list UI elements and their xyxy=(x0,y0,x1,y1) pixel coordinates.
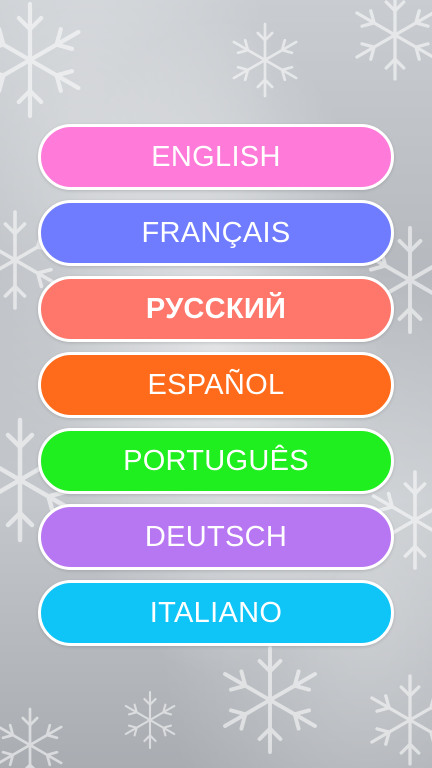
language-button-english[interactable]: ENGLISH xyxy=(38,124,394,190)
language-button-french[interactable]: FRANÇAIS xyxy=(38,200,394,266)
language-button-russian[interactable]: РУССКИЙ xyxy=(38,276,394,342)
language-button-portuguese[interactable]: PORTUGUÊS xyxy=(38,428,394,494)
language-list: ENGLISH FRANÇAIS РУССКИЙ ESPAÑOL PORTUGU… xyxy=(38,124,394,656)
language-button-italian[interactable]: ITALIANO xyxy=(38,580,394,646)
language-button-spanish[interactable]: ESPAÑOL xyxy=(38,352,394,418)
language-button-german[interactable]: DEUTSCH xyxy=(38,504,394,570)
